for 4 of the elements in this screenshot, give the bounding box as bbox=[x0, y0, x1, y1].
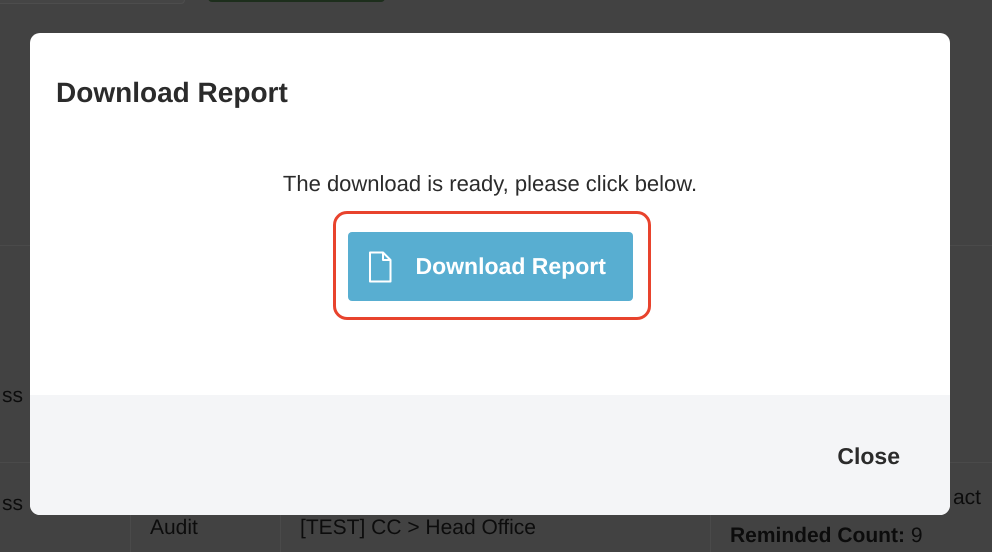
dialog-message: The download is ready, please click below. bbox=[282, 171, 698, 197]
close-button[interactable]: Close bbox=[833, 438, 904, 474]
dialog-title: Download Report bbox=[56, 77, 288, 109]
document-icon bbox=[368, 250, 392, 282]
